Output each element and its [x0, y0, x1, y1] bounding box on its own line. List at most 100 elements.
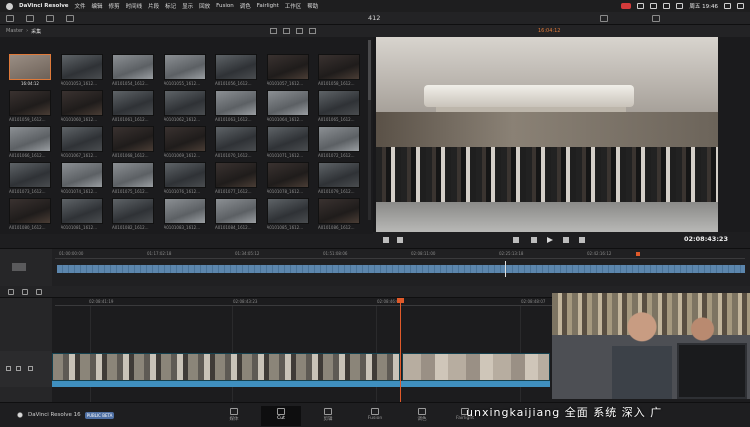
- clip-thumbnail[interactable]: A0101083_1612...: [163, 198, 206, 234]
- clip-thumbnail[interactable]: A0101059_1612...: [9, 90, 51, 126]
- scroll-thumb[interactable]: [368, 40, 371, 100]
- page-cut[interactable]: Cut: [261, 406, 301, 426]
- clip-thumbnail[interactable]: A0101072_1612...: [318, 126, 360, 162]
- video-toggle-icon[interactable]: [28, 366, 33, 371]
- play-icon[interactable]: [547, 237, 553, 243]
- upper-timeline-clips[interactable]: [57, 265, 745, 273]
- menu-clip[interactable]: 片段: [148, 2, 159, 10]
- clip-thumbnail[interactable]: A0101071_1612...: [266, 126, 309, 162]
- transitions-icon[interactable]: [46, 15, 54, 22]
- viewer-frame[interactable]: [376, 37, 718, 232]
- menubar-clock[interactable]: 周五 19:46: [689, 2, 718, 10]
- page-fusion[interactable]: Fusion: [355, 406, 395, 426]
- titles-icon[interactable]: [66, 15, 74, 22]
- clip-thumbnail[interactable]: A0101066_1612...: [9, 126, 51, 162]
- upper-timeline[interactable]: 01:00:00:00 01:17:02:18 01:34:05:12 01:51:0…: [0, 248, 750, 287]
- search-icon[interactable]: [724, 3, 731, 9]
- video-clip[interactable]: [52, 353, 400, 381]
- menu-fusion[interactable]: Fusion: [216, 3, 234, 9]
- clip-thumbnail[interactable]: A0101076_1612...: [163, 162, 206, 198]
- page-edit[interactable]: 剪辑: [308, 406, 348, 426]
- menu-edit[interactable]: 编辑: [92, 2, 103, 10]
- clip-thumbnail[interactable]: A0101064_1612...: [266, 90, 309, 126]
- control-center-icon[interactable]: [737, 3, 744, 9]
- clip-thumbnail[interactable]: A0101074_1612...: [60, 162, 103, 198]
- fullscreen-icon[interactable]: [652, 15, 660, 22]
- audio-clip[interactable]: [52, 381, 550, 387]
- page-color[interactable]: 调色: [402, 406, 442, 426]
- battery-icon[interactable]: [676, 3, 684, 9]
- sync-bin-icon[interactable]: [26, 15, 34, 22]
- clip-thumbnail[interactable]: A0101079_1612...: [318, 162, 360, 198]
- upper-playhead[interactable]: [505, 261, 506, 277]
- timeline-marker[interactable]: [636, 252, 640, 256]
- menu-workspace[interactable]: 工作区: [285, 2, 302, 10]
- menu-mark[interactable]: 标记: [165, 2, 176, 10]
- clip-thumbnail[interactable]: A0101057_1612...: [266, 54, 309, 90]
- clip-thumbnail[interactable]: A0101078_1612...: [266, 162, 309, 198]
- safe-area-icon[interactable]: [383, 237, 389, 243]
- loop-icon[interactable]: [579, 237, 585, 243]
- clip-thumbnail[interactable]: A0101054_1612...: [112, 54, 154, 90]
- screen-icon[interactable]: [650, 3, 658, 9]
- clip-thumbnail[interactable]: A0101060_1612...: [60, 90, 103, 126]
- menu-trim[interactable]: 修剪: [109, 2, 120, 10]
- clip-thumbnail[interactable]: A0101068_1612...: [112, 126, 154, 162]
- clip-thumbnail[interactable]: A0101080_1612...: [9, 198, 51, 234]
- go-to-start-icon[interactable]: [513, 237, 519, 243]
- clip-thumbnail[interactable]: A0101084_1612...: [215, 198, 257, 234]
- menu-playback[interactable]: 回放: [199, 2, 210, 10]
- clip-thumbnail[interactable]: A0101065_1612...: [318, 90, 360, 126]
- clip-thumbnail[interactable]: A0101067_1612...: [60, 126, 103, 162]
- clip-thumbnail[interactable]: A0101063_1612...: [215, 90, 257, 126]
- stop-icon[interactable]: [531, 237, 537, 243]
- upper-timeline-ruler[interactable]: 01:00:00:00 01:17:02:18 01:34:05:12 01:51:0…: [55, 251, 745, 259]
- clip-thumbnail[interactable]: A0101056_1612...: [215, 54, 257, 90]
- settings-icon[interactable]: [8, 289, 14, 295]
- clip-thumbnail[interactable]: A0101082_1612...: [112, 198, 154, 234]
- clip-thumbnail[interactable]: A0101075_1612...: [112, 162, 154, 198]
- clip-thumbnail[interactable]: A0101055_1612...: [163, 54, 206, 90]
- export-icon[interactable]: [600, 15, 608, 22]
- page-media[interactable]: 媒体: [214, 406, 254, 426]
- video-clip[interactable]: [402, 353, 550, 381]
- clip-thumbnail[interactable]: A0101061_1612...: [112, 90, 154, 126]
- clip-thumbnail[interactable]: A0101069_1612...: [163, 126, 206, 162]
- clip-thumbnail[interactable]: A0101062_1612...: [163, 90, 206, 126]
- menu-fairlight[interactable]: Fairlight: [257, 3, 279, 9]
- menu-timeline[interactable]: 时间线: [126, 2, 143, 10]
- clip-thumbnail[interactable]: A0101086_1612...: [318, 198, 360, 234]
- media-pool-scrollbar[interactable]: [368, 40, 371, 220]
- apple-icon[interactable]: [6, 2, 13, 10]
- breadcrumb-current[interactable]: 采集: [31, 28, 41, 35]
- clip-thumbnail[interactable]: A0101073_1612...: [9, 162, 51, 198]
- breadcrumb-root[interactable]: Master: [6, 28, 23, 35]
- clip-thumbnail[interactable]: A0101081_1612...: [60, 198, 103, 234]
- clip-thumbnail[interactable]: A0101085_1612...: [266, 198, 309, 234]
- audio-toggle-icon[interactable]: [16, 366, 21, 371]
- lower-playhead[interactable]: [400, 298, 401, 402]
- menu-file[interactable]: 文件: [75, 2, 86, 10]
- clip-thumbnail[interactable]: A0101077_1612...: [215, 162, 257, 198]
- app-menu[interactable]: DaVinci Resolve: [19, 3, 69, 9]
- thumbnail-view-icon[interactable]: [270, 28, 277, 34]
- media-pool-toggle-icon[interactable]: [6, 15, 14, 22]
- more-icon[interactable]: [309, 28, 316, 34]
- clip-thumbnail[interactable]: A0101070_1612...: [215, 126, 257, 162]
- viewer-mode-icon[interactable]: [397, 237, 403, 243]
- wechat-icon[interactable]: [637, 3, 645, 9]
- wifi-icon[interactable]: [663, 3, 671, 9]
- list-view-icon[interactable]: [283, 28, 290, 34]
- menu-view[interactable]: 显示: [182, 2, 193, 10]
- clip-thumbnail[interactable]: A0101058_1612...: [318, 54, 360, 90]
- link-icon[interactable]: [36, 289, 42, 295]
- clip-thumbnail-selected[interactable]: 16:04:12: [9, 54, 51, 90]
- sort-icon[interactable]: [296, 28, 303, 34]
- record-indicator-icon[interactable]: [621, 3, 632, 9]
- menu-help[interactable]: 帮助: [307, 2, 318, 10]
- media-pool[interactable]: 16:04:12 A0101053_1612... A0101054_1612..…: [0, 37, 373, 234]
- clip-thumbnail[interactable]: A0101053_1612...: [60, 54, 103, 90]
- lock-track-icon[interactable]: [6, 366, 11, 371]
- go-to-end-icon[interactable]: [563, 237, 569, 243]
- lock-icon[interactable]: [22, 289, 28, 295]
